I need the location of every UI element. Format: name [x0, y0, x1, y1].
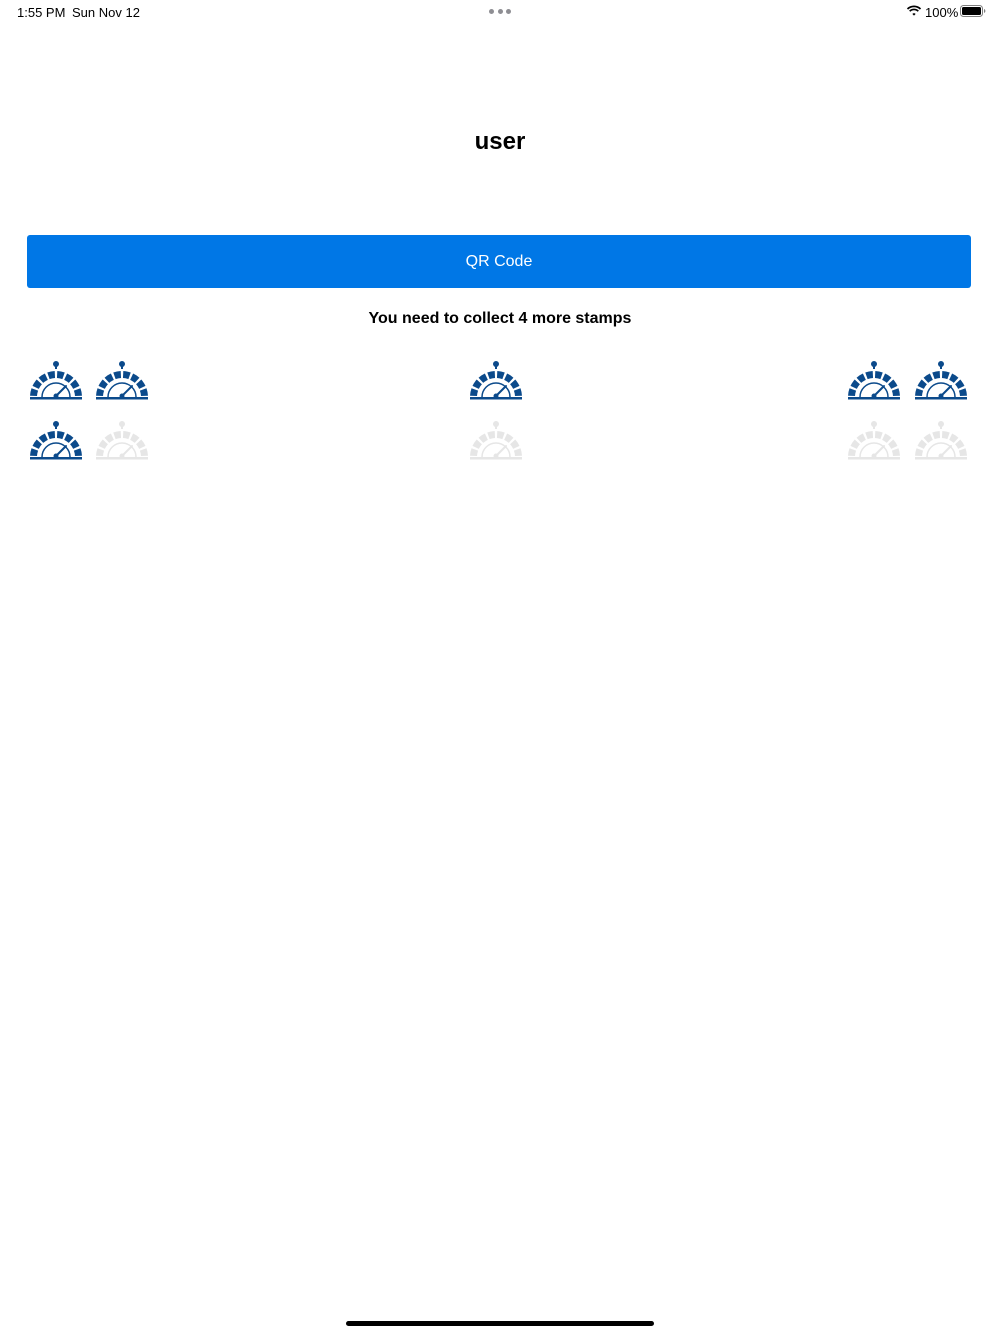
- qr-code-button-label: QR Code: [465, 252, 533, 270]
- stamps-remaining-message: You need to collect 4 more stamps: [368, 310, 632, 327]
- gauge-stamp-icon: [96, 361, 148, 400]
- page-title: user: [474, 128, 526, 155]
- status-bar: 1:55 PM Sun Nov 12 100%: [0, 0, 1000, 24]
- app-screen: 1:55 PM Sun Nov 12 100% user QR Code You…: [0, 0, 1000, 1334]
- battery-icon: [960, 5, 986, 17]
- gauge-stamp-icon: [470, 361, 522, 400]
- gauge-stamp-icon: [915, 361, 967, 400]
- stamp-empty: [95, 420, 149, 460]
- status-time: 1:55 PM: [17, 5, 66, 20]
- multitask-dots-icon[interactable]: [489, 9, 511, 15]
- wifi-icon: [906, 5, 922, 16]
- stamp-empty: [914, 420, 968, 460]
- stamp-collected: [29, 360, 83, 400]
- stamp-collected: [847, 360, 901, 400]
- stamp-collected: [95, 360, 149, 400]
- stamp-collected: [914, 360, 968, 400]
- gauge-stamp-icon: [848, 361, 900, 400]
- home-indicator[interactable]: [346, 1321, 654, 1326]
- stamp-empty: [469, 420, 523, 460]
- stamp-empty: [847, 420, 901, 460]
- stamp-collected: [469, 360, 523, 400]
- status-date: Sun Nov 12: [72, 5, 140, 20]
- gauge-stamp-icon: [848, 421, 900, 460]
- gauge-stamp-icon: [470, 421, 522, 460]
- stamp-collected: [29, 420, 83, 460]
- qr-code-button[interactable]: QR Code: [27, 235, 971, 288]
- battery-percent: 100%: [925, 5, 959, 20]
- gauge-stamp-icon: [96, 421, 148, 460]
- gauge-stamp-icon: [30, 421, 82, 460]
- gauge-stamp-icon: [30, 361, 82, 400]
- gauge-stamp-icon: [915, 421, 967, 460]
